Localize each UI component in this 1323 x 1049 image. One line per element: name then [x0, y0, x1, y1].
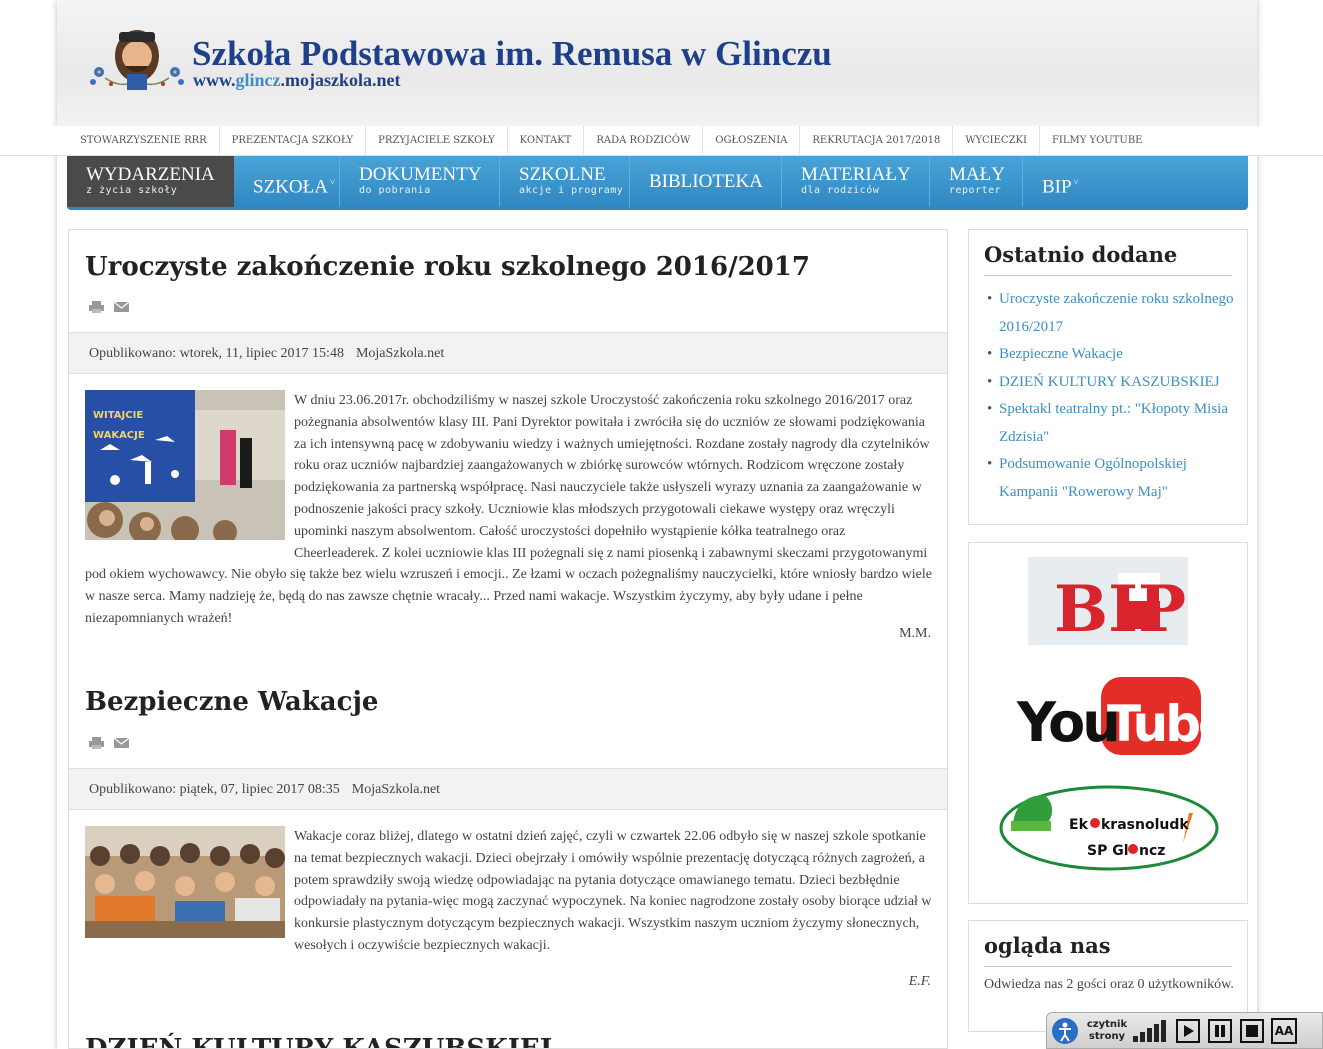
article-body: Wakacje coraz bliżej, dlatego w ostatni … — [85, 826, 933, 957]
toplink-wycieczki[interactable]: WYCIECZKI — [953, 126, 1040, 156]
article-signature: E.F. — [908, 974, 931, 989]
nav-label: DOKUMENTY — [359, 164, 482, 185]
svg-text:WITAJCIE: WITAJCIE — [93, 410, 143, 421]
stop-icon[interactable] — [1239, 1018, 1265, 1044]
url-prefix: www. — [193, 70, 236, 90]
article-meta: Opublikowano: piątek, 07, lipiec 2017 08… — [69, 768, 947, 810]
nav-sublabel: dla rodziców — [801, 185, 880, 196]
main-content: Uroczyste zakończenie roku szkolnego 201… — [68, 229, 948, 1049]
recent-post-link[interactable]: Spektakl teatralny pt.: "Kłopoty Misia Z… — [987, 396, 1235, 451]
nav-label: MAŁY — [949, 164, 1005, 185]
nav-szkola[interactable]: SZKOŁA ˅ — [234, 156, 340, 207]
reader-label-line2: strony — [1088, 1030, 1126, 1042]
article-title[interactable]: Uroczyste zakończenie roku szkolnego 201… — [85, 252, 810, 282]
nav-label: SZKOLNE — [519, 164, 606, 185]
reader-label: czytnik strony — [1083, 1019, 1131, 1043]
nav-sublabel: akcje i programy — [519, 185, 624, 196]
recent-posts-list: Uroczyste zakończenie roku szkolnego 201… — [987, 286, 1235, 506]
reader-label-line1: czytnik — [1086, 1018, 1128, 1030]
nav-label: MATERIAŁY — [801, 164, 911, 185]
email-icon[interactable] — [114, 737, 129, 749]
nav-label: BIP ˅ — [1042, 176, 1079, 198]
nav-materialy[interactable]: MATERIAŁY dla rodziców — [782, 156, 930, 207]
article-image[interactable] — [85, 826, 285, 938]
nav-szkolne[interactable]: SZKOLNE akcje i programy — [500, 156, 630, 207]
recent-post-link[interactable]: Uroczyste zakończenie roku szkolnego 201… — [987, 286, 1235, 341]
visitors-text: Odwiedza nas 2 gości oraz 0 użytkowników… — [984, 977, 1234, 992]
youtube-tube-text: Tube — [1107, 695, 1205, 753]
pause-icon[interactable] — [1207, 1018, 1233, 1044]
visitors-title: ogląda nas — [984, 933, 1232, 967]
accessibility-icon[interactable] — [1051, 1017, 1079, 1045]
banners-box: BIP You Tube Ek krasnoludk SP Gl ncz — [968, 542, 1248, 904]
school-logo[interactable] — [85, 26, 189, 94]
article-meta: Opublikowano: wtorek, 11, lipiec 2017 15… — [69, 332, 947, 374]
recent-posts-title: Ostatnio dodane — [984, 242, 1232, 276]
volume-bars-icon[interactable] — [1131, 1018, 1169, 1044]
toplink-filmy-youtube[interactable]: FILMY YOUTUBE — [1040, 126, 1155, 156]
toplink-rekrutacja[interactable]: REKRUTACJA 2017/2018 — [800, 126, 954, 156]
youtube-banner[interactable]: You Tube — [1015, 673, 1205, 759]
top-links-bar: STOWARZYSZENIE RRR PREZENTACJA SZKOŁY PR… — [0, 126, 1323, 156]
text-size-button[interactable]: AA — [1271, 1017, 1297, 1044]
tomato-icon — [1128, 844, 1138, 854]
article-signature: M.M. — [899, 626, 931, 641]
nav-wydarzenia[interactable]: WYDARZENIA z życia szkoły — [67, 156, 234, 207]
toplink-prezentacja[interactable]: PREZENTACJA SZKOŁY — [220, 126, 367, 156]
nav-bip[interactable]: BIP ˅ — [1023, 156, 1113, 207]
published-date: Opublikowano: wtorek, 11, lipiec 2017 15… — [89, 346, 344, 361]
article-author: MojaSzkola.net — [351, 782, 441, 797]
svg-text:WAKACJE: WAKACJE — [93, 430, 145, 441]
chevron-down-icon: ˅ — [329, 177, 336, 187]
email-icon[interactable] — [114, 301, 129, 313]
nav-label: SZKOŁA ˅ — [253, 176, 336, 198]
eko-text-b: krasnoludk — [1101, 817, 1189, 833]
toplink-przyjaciele[interactable]: PRZYJACIELE SZKOŁY — [366, 126, 508, 156]
page-reader-widget: czytnik strony AA — [1046, 1012, 1323, 1049]
nav-label: WYDARZENIA — [86, 164, 215, 185]
article-image[interactable]: WITAJCIE WAKACJE — [85, 390, 285, 544]
toplink-kontakt[interactable]: KONTAKT — [508, 126, 585, 156]
nav-dokumenty[interactable]: DOKUMENTY do pobrania — [340, 156, 500, 207]
eko-text-c: SP Gl — [1087, 843, 1129, 859]
published-date: Opublikowano: piątek, 07, lipiec 2017 08… — [89, 782, 340, 797]
nav-maly[interactable]: MAŁY reporter — [930, 156, 1023, 207]
article-title[interactable]: DZIEŃ KULTURY KASZUBSKIEJ — [85, 1034, 552, 1048]
url-suffix: .mojaszkola.net — [280, 70, 401, 90]
recent-posts-box: Ostatnio dodane Uroczyste zakończenie ro… — [968, 229, 1248, 525]
eko-text-a: Ek — [1069, 817, 1089, 833]
nav-sublabel: z życia szkoły — [86, 185, 178, 196]
article-icons — [89, 737, 129, 749]
toplink-rada-rodzicow[interactable]: RADA RODZICÓW — [584, 126, 704, 156]
recent-post-link[interactable]: Bezpieczne Wakacje — [987, 341, 1235, 369]
nav-biblioteka[interactable]: BIBLIOTEKA — [630, 156, 782, 207]
toplink-ogloszenia[interactable]: OGŁOSZENIA — [703, 126, 801, 156]
nav-label: BIBLIOTEKA — [649, 171, 763, 192]
site-url[interactable]: www.glincz.mojaszkola.net — [193, 70, 401, 91]
recent-post-link[interactable]: DZIEŃ KULTURY KASZUBSKIEJ — [987, 369, 1235, 397]
print-icon[interactable] — [89, 301, 104, 313]
bip-banner[interactable]: BIP — [1028, 557, 1188, 645]
recent-post-link[interactable]: Podsumowanie Ogólnopolskiej Kampanii "Ro… — [987, 451, 1235, 506]
article-icons — [89, 301, 129, 313]
nav-sublabel: reporter — [949, 185, 1002, 196]
main-nav: WYDARZENIA z życia szkoły SZKOŁA ˅ DOKUME… — [67, 156, 1248, 210]
tomato-icon — [1090, 818, 1100, 828]
play-icon[interactable] — [1175, 1018, 1201, 1044]
youtube-you-text: You — [1016, 691, 1118, 754]
site-title[interactable]: Szkoła Podstawowa im. Remusa w Glinczu — [192, 34, 832, 74]
print-icon[interactable] — [89, 737, 104, 749]
bip-text: BIP — [1054, 572, 1186, 645]
url-accent: glincz — [235, 70, 281, 90]
article-author: MojaSzkola.net — [355, 346, 445, 361]
ekokrasnoludki-banner[interactable]: Ek krasnoludk SP Gl ncz — [997, 783, 1221, 873]
article-title[interactable]: Bezpieczne Wakacje — [85, 687, 378, 717]
nav-sublabel: do pobrania — [359, 185, 431, 196]
article-body: WITAJCIE WAKACJE W dniu 23.06.2017r. obc… — [85, 390, 933, 630]
toplink-stowarzyszenie[interactable]: STOWARZYSZENIE RRR — [68, 126, 220, 156]
eko-text-d: ncz — [1139, 843, 1165, 859]
article-body-text: Wakacje coraz bliżej, dlatego w ostatni … — [294, 829, 932, 953]
chevron-down-icon: ˅ — [1073, 177, 1079, 187]
